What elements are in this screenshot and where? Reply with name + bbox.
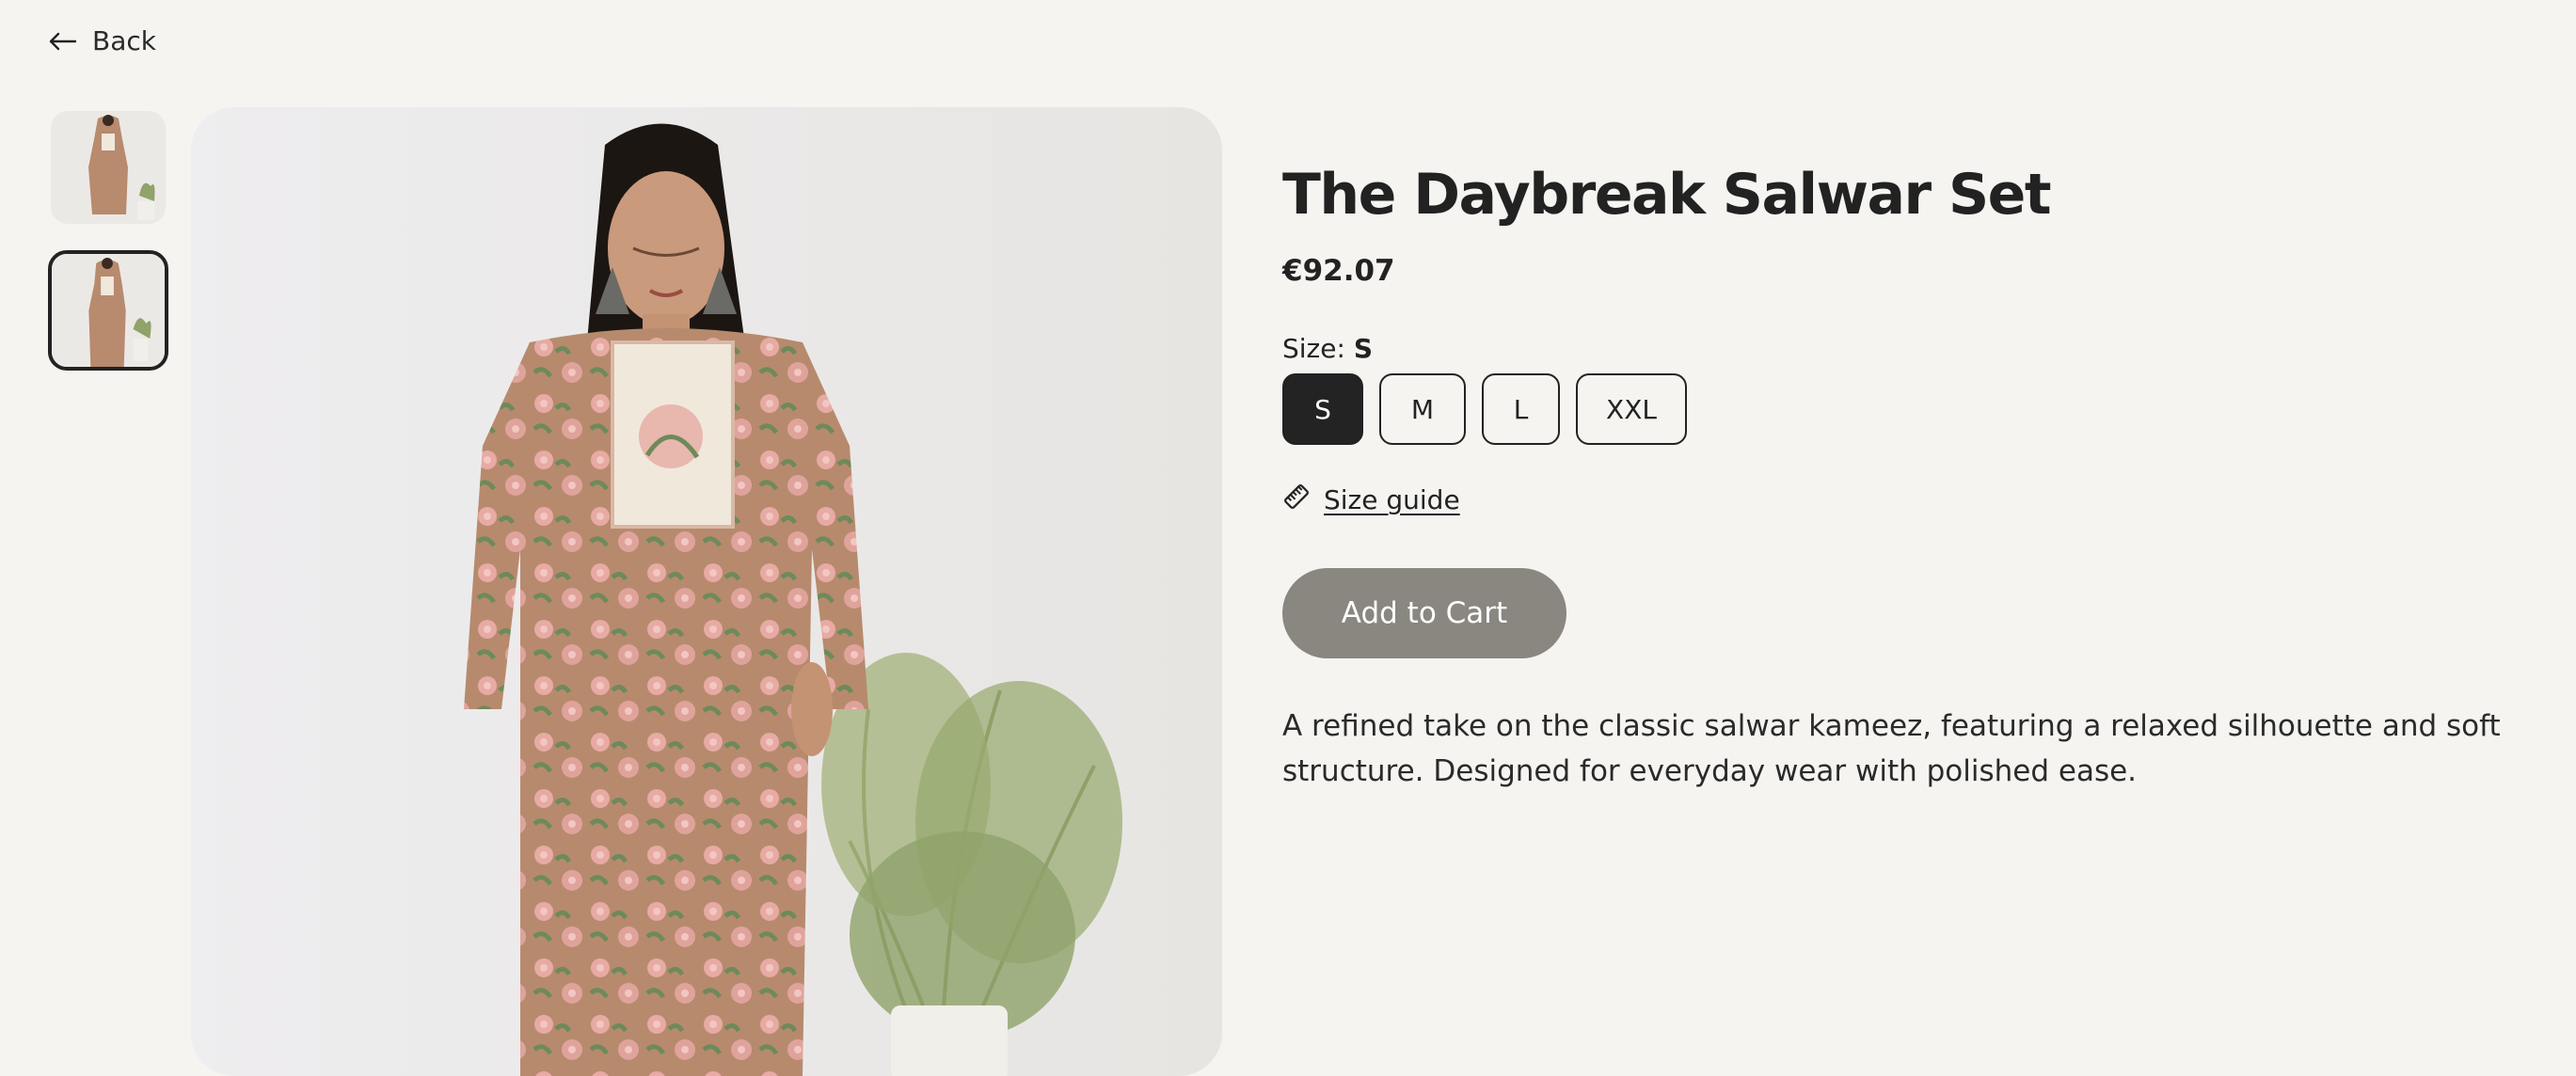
product-price: €92.07 [1282,254,1395,288]
thumbnail-2[interactable] [48,250,168,371]
size-option-s[interactable]: S [1282,373,1363,445]
add-to-cart-button[interactable]: Add to Cart [1282,568,1566,658]
selected-size-value: S [1353,333,1373,364]
arrow-left-icon [49,32,77,51]
size-options: S M L XXL [1282,373,2524,445]
size-option-xxl[interactable]: XXL [1576,373,1687,445]
product-description: A refined take on the classic salwar kam… [1282,709,2501,788]
ruler-icon [1282,483,1311,517]
thumbnail-1[interactable] [51,111,166,224]
product-info: The Daybreak Salwar Set €92.07 Size: S S… [1282,164,2524,794]
back-label: Back [92,25,156,56]
product-main-image [191,107,1222,1076]
size-option-m[interactable]: M [1379,373,1466,445]
size-guide-link[interactable]: Size guide [1282,483,2524,517]
size-prefix: Size: [1282,333,1345,364]
size-guide-label: Size guide [1324,484,1460,515]
size-label: Size: S [1282,333,2524,364]
product-title: The Daybreak Salwar Set [1282,162,2052,228]
size-option-l[interactable]: L [1482,373,1560,445]
back-link[interactable]: Back [49,25,156,56]
